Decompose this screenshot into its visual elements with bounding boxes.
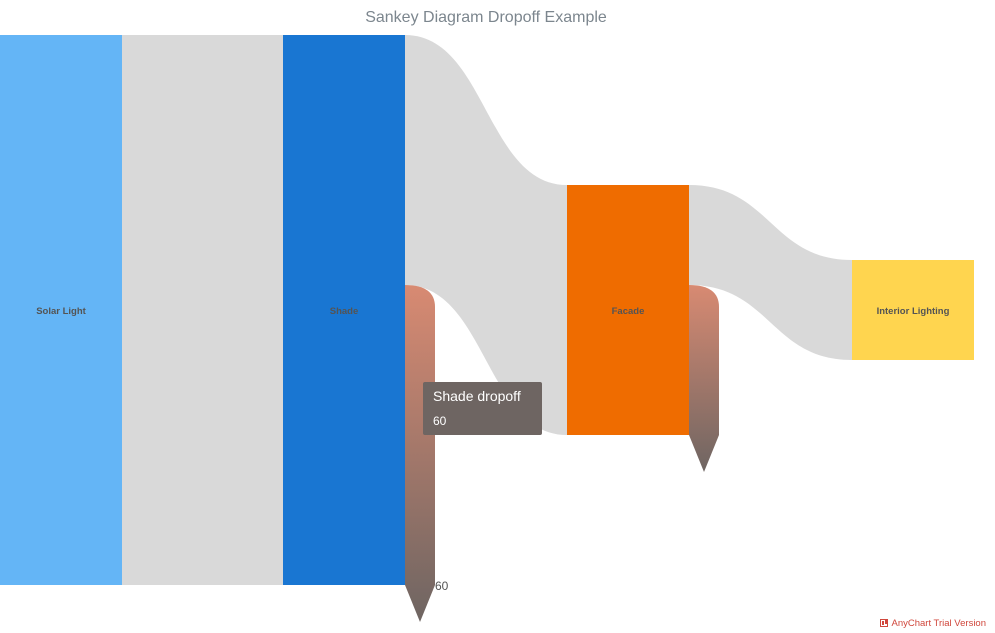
chart-title: Sankey Diagram Dropoff Example: [365, 9, 607, 26]
tooltip: Shade dropoff 60: [423, 382, 542, 435]
tooltip-value: 60: [433, 414, 447, 428]
flow-0[interactable]: [122, 35, 283, 585]
node-label-2: Facade: [612, 306, 645, 317]
node-label-1: Shade: [330, 306, 359, 317]
dropoff-1[interactable]: [689, 285, 719, 472]
dropoff-value-label: 60: [435, 579, 449, 593]
sankey-chart: Sankey Diagram Dropoff Example Solar Lig…: [0, 9, 974, 622]
credits-text: AnyChart Trial Version: [891, 618, 986, 629]
node-label-3: Interior Lighting: [877, 306, 950, 317]
tooltip-title: Shade dropoff: [433, 388, 521, 404]
node-label-0: Solar Light: [36, 306, 86, 317]
chart-logo-icon: [880, 619, 889, 627]
credits-link[interactable]: AnyChart Trial Version: [880, 618, 986, 629]
dropoff-0[interactable]: [405, 285, 435, 622]
